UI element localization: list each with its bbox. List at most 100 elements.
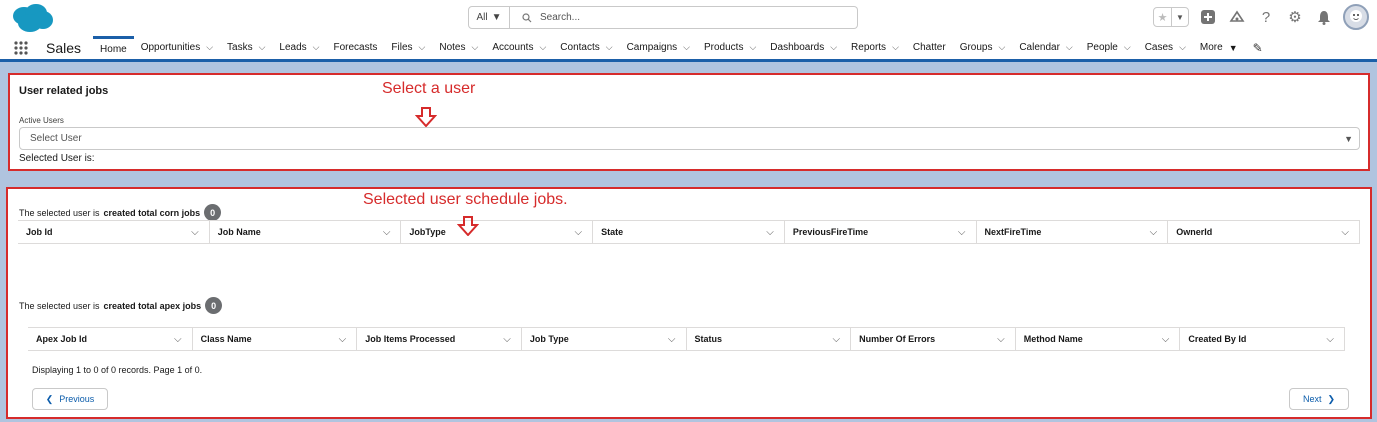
chevron-down-icon[interactable]: ⌵ bbox=[833, 334, 841, 345]
nav-item-contacts[interactable]: Contacts ⌵ bbox=[553, 36, 619, 59]
nav-item-label: Accounts bbox=[492, 42, 534, 53]
chevron-down-icon[interactable]: ⌵ bbox=[1341, 227, 1349, 238]
chevron-down-icon[interactable]: ⌵ bbox=[1179, 42, 1186, 53]
chevron-down-icon[interactable]: ⌵ bbox=[668, 334, 676, 345]
chevron-down-icon[interactable]: ⌵ bbox=[958, 227, 966, 238]
previous-label: Previous bbox=[59, 394, 95, 404]
chevron-down-icon[interactable]: ⌵ bbox=[1150, 227, 1158, 238]
column-label: OwnerId bbox=[1176, 227, 1213, 237]
select-user-combobox[interactable]: Select User ▼ bbox=[19, 127, 1360, 150]
chevron-down-icon[interactable]: ⌵ bbox=[1326, 334, 1334, 345]
search-icon bbox=[522, 12, 532, 22]
chevron-down-icon[interactable]: ⌵ bbox=[575, 227, 583, 238]
column-label: Apex Job Id bbox=[36, 334, 88, 344]
cron-column-header[interactable]: Job Name ⌵ bbox=[210, 221, 402, 243]
chevron-down-icon[interactable]: ⌵ bbox=[383, 227, 391, 238]
previous-button[interactable]: ❮ Previous bbox=[32, 388, 108, 410]
apex-jobs-count-line: The selected user is created total apex … bbox=[19, 297, 223, 314]
nav-item-home[interactable]: Home bbox=[93, 36, 134, 59]
global-header: All ▼ Search... ★ ▼ ? ⚙ bbox=[0, 0, 1377, 36]
apex-column-header[interactable]: Job Items Processed ⌵ bbox=[357, 328, 522, 350]
nav-item-accounts[interactable]: Accounts ⌵ bbox=[485, 36, 553, 59]
nav-item-label: Contacts bbox=[560, 42, 600, 53]
chevron-down-icon[interactable]: ⌵ bbox=[1162, 334, 1170, 345]
cron-column-header[interactable]: JobType ⌵ bbox=[401, 221, 594, 243]
nav-item-cases[interactable]: Cases ⌵ bbox=[1138, 36, 1193, 59]
favorites-list-icon[interactable]: ▼ bbox=[1171, 8, 1188, 26]
search-input[interactable]: Search... bbox=[510, 6, 858, 29]
trailhead-icon[interactable] bbox=[1227, 7, 1247, 27]
chevron-down-icon[interactable]: ⌵ bbox=[998, 42, 1005, 53]
caret-down-icon: ▼ bbox=[1228, 42, 1238, 53]
chevron-down-icon[interactable]: ⌵ bbox=[892, 42, 899, 53]
nav-item-dashboards[interactable]: Dashboards ⌵ bbox=[763, 36, 844, 59]
apex-column-header[interactable]: Status ⌵ bbox=[687, 328, 852, 350]
chevron-down-icon[interactable]: ⌵ bbox=[259, 42, 266, 53]
user-avatar[interactable] bbox=[1343, 4, 1369, 30]
chevron-down-icon[interactable]: ⌵ bbox=[191, 227, 199, 238]
notifications-bell-icon[interactable] bbox=[1314, 7, 1334, 27]
nav-item-notes[interactable]: Notes ⌵ bbox=[432, 36, 485, 59]
nav-item-campaigns[interactable]: Campaigns ⌵ bbox=[620, 36, 697, 59]
favorite-star-icon[interactable]: ★ bbox=[1154, 8, 1171, 26]
favorites-group: ★ ▼ bbox=[1153, 7, 1189, 27]
column-label: Job Items Processed bbox=[365, 334, 456, 344]
chevron-down-icon[interactable]: ⌵ bbox=[997, 334, 1005, 345]
edit-nav-pencil-icon[interactable]: ✎ bbox=[1253, 36, 1263, 59]
apex-column-header[interactable]: Class Name ⌵ bbox=[193, 328, 358, 350]
nav-item-more[interactable]: More ▼ bbox=[1193, 36, 1245, 59]
setup-gear-icon[interactable]: ⚙ bbox=[1285, 7, 1305, 27]
chevron-down-icon[interactable]: ⌵ bbox=[830, 42, 837, 53]
apex-column-header[interactable]: Created By Id ⌵ bbox=[1180, 328, 1345, 350]
chevron-down-icon[interactable]: ⌵ bbox=[539, 42, 546, 53]
chevron-down-icon[interactable]: ⌵ bbox=[1124, 42, 1131, 53]
cron-column-header[interactable]: OwnerId ⌵ bbox=[1168, 221, 1360, 243]
chevron-down-icon[interactable]: ⌵ bbox=[174, 334, 182, 345]
next-button[interactable]: Next ❯ bbox=[1289, 388, 1349, 410]
chevron-down-icon[interactable]: ⌵ bbox=[419, 42, 426, 53]
apex-column-header[interactable]: Method Name ⌵ bbox=[1016, 328, 1181, 350]
apex-column-header[interactable]: Job Type ⌵ bbox=[522, 328, 687, 350]
chevron-down-icon[interactable]: ⌵ bbox=[766, 227, 774, 238]
apex-column-header[interactable]: Number Of Errors ⌵ bbox=[851, 328, 1016, 350]
help-icon[interactable]: ? bbox=[1256, 7, 1276, 27]
cron-column-header[interactable]: PreviousFireTime ⌵ bbox=[785, 221, 977, 243]
chevron-down-icon[interactable]: ⌵ bbox=[606, 42, 613, 53]
nav-item-groups[interactable]: Groups ⌵ bbox=[953, 36, 1013, 59]
nav-item-products[interactable]: Products ⌵ bbox=[697, 36, 763, 59]
column-label: PreviousFireTime bbox=[792, 227, 869, 237]
nav-item-chatter[interactable]: Chatter bbox=[906, 36, 953, 59]
nav-item-opportunities[interactable]: Opportunities ⌵ bbox=[134, 36, 220, 59]
chevron-down-icon[interactable]: ⌵ bbox=[339, 334, 347, 345]
chevron-down-icon[interactable]: ⌵ bbox=[749, 42, 756, 53]
column-label: JobType bbox=[409, 227, 446, 237]
next-label: Next bbox=[1302, 394, 1322, 404]
chevron-down-icon[interactable]: ⌵ bbox=[471, 42, 478, 53]
salesforce-logo[interactable] bbox=[10, 3, 54, 33]
nav-item-leads[interactable]: Leads ⌵ bbox=[272, 36, 326, 59]
nav-item-forecasts[interactable]: Forecasts bbox=[327, 36, 385, 59]
card-title: User related jobs bbox=[19, 85, 109, 97]
cron-column-header[interactable]: Job Id ⌵ bbox=[18, 221, 210, 243]
chevron-down-icon[interactable]: ⌵ bbox=[206, 42, 213, 53]
search-scope-select[interactable]: All ▼ bbox=[468, 6, 510, 29]
cron-column-header[interactable]: NextFireTime ⌵ bbox=[977, 221, 1169, 243]
nav-item-calendar[interactable]: Calendar ⌵ bbox=[1012, 36, 1079, 59]
chevron-down-icon[interactable]: ⌵ bbox=[313, 42, 320, 53]
cron-column-header[interactable]: State ⌵ bbox=[593, 221, 785, 243]
apex-column-header[interactable]: Apex Job Id ⌵ bbox=[28, 328, 193, 350]
schedule-jobs-annotation: Selected user schedule jobs. bbox=[363, 191, 568, 208]
nav-item-reports[interactable]: Reports ⌵ bbox=[844, 36, 906, 59]
column-label: Job Type bbox=[529, 334, 569, 344]
nav-item-people[interactable]: People ⌵ bbox=[1080, 36, 1138, 59]
app-launcher-icon[interactable] bbox=[6, 36, 36, 59]
nav-item-tasks[interactable]: Tasks ⌵ bbox=[220, 36, 272, 59]
chevron-down-icon[interactable]: ⌵ bbox=[683, 42, 690, 53]
caret-down-icon: ▼ bbox=[1344, 134, 1353, 144]
global-create-icon[interactable] bbox=[1198, 7, 1218, 27]
nav-item-files[interactable]: Files ⌵ bbox=[384, 36, 432, 59]
cron-prefix: The selected user is bbox=[19, 207, 100, 218]
nav-item-label: Forecasts bbox=[333, 42, 378, 53]
chevron-down-icon[interactable]: ⌵ bbox=[503, 334, 511, 345]
chevron-down-icon[interactable]: ⌵ bbox=[1066, 42, 1073, 53]
